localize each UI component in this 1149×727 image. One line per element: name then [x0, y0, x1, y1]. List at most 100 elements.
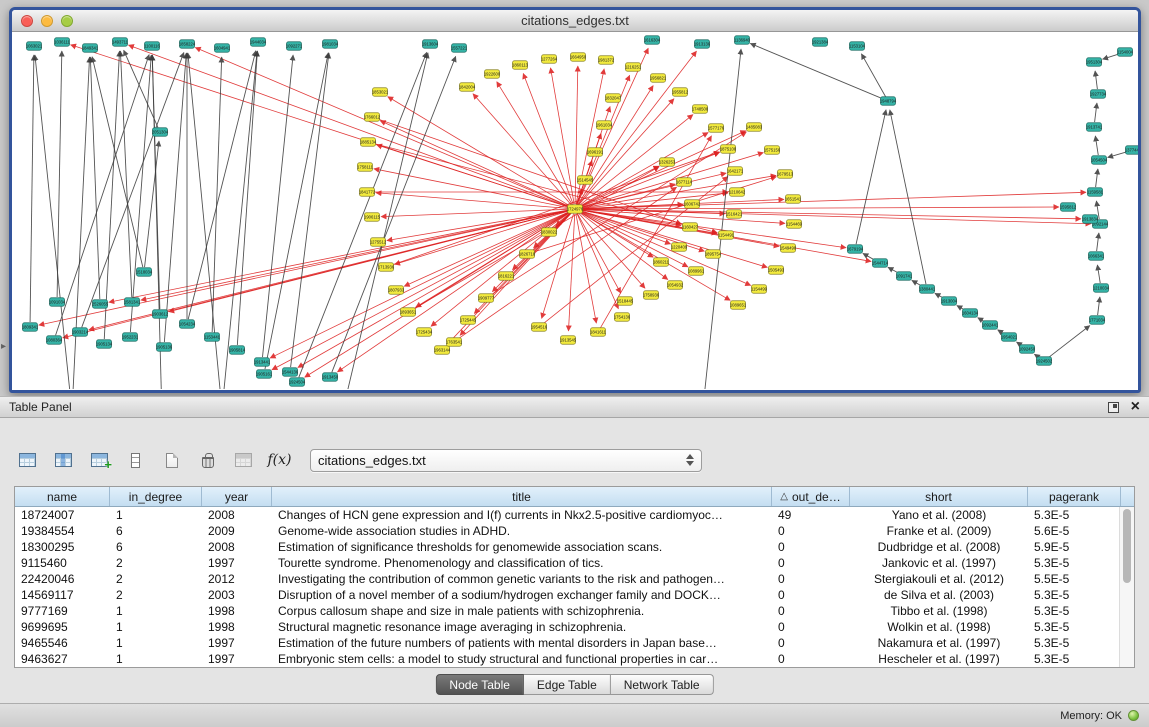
graph-node[interactable]: 1725445 — [460, 316, 477, 325]
graph-node[interactable]: 1220409 — [671, 243, 688, 252]
graph-node[interactable]: 1516421 — [726, 210, 743, 219]
graph-node[interactable]: 1616304 — [644, 36, 661, 45]
graph-node[interactable]: 1326253 — [659, 158, 676, 167]
graph-node[interactable]: 1544136 — [282, 368, 299, 377]
graph-node[interactable]: 1606742 — [684, 200, 701, 209]
collapse-handle-icon[interactable]: ▸ — [1, 341, 6, 352]
graph-edge[interactable] — [578, 86, 654, 205]
graph-node[interactable]: 1518034 — [136, 268, 153, 277]
column-header[interactable]: year — [202, 487, 272, 506]
graph-node[interactable]: 1905814 — [229, 346, 246, 355]
graph-node[interactable]: 1089961 — [688, 267, 705, 276]
graph-edge[interactable] — [337, 212, 570, 372]
graph-node[interactable]: 1956821 — [650, 74, 667, 83]
graph-node[interactable]: 1922600 — [484, 70, 501, 79]
import-table-button[interactable] — [230, 447, 257, 474]
graph-edge[interactable] — [580, 131, 746, 207]
graph-node[interactable]: 1154499 — [751, 285, 768, 294]
column-header[interactable]: short — [850, 487, 1028, 506]
graph-node[interactable]: 1154004 — [1117, 48, 1134, 57]
graph-node[interactable]: 1826718 — [519, 250, 536, 259]
graph-node[interactable]: 1210642 — [729, 188, 746, 197]
graph-node[interactable]: 1159581 — [1087, 188, 1104, 197]
graph-node[interactable]: 1275512 — [370, 238, 387, 247]
graph-node[interactable]: 1544714 — [872, 259, 889, 268]
column-header[interactable]: in_degree — [110, 487, 202, 506]
graph-node[interactable]: 1860113 — [512, 61, 529, 70]
graph-node[interactable]: 1809341 — [22, 323, 39, 332]
table-row[interactable]: 911546021997Tourette syndrome. Phenomeno… — [15, 555, 1134, 571]
graph-node[interactable]: 1089651 — [730, 301, 747, 310]
graph-node[interactable]: 1664950 — [570, 53, 587, 62]
close-panel-icon[interactable]: × — [1131, 401, 1140, 413]
column-header[interactable]: name — [15, 487, 110, 506]
graph-node[interactable]: 1679513 — [777, 170, 794, 179]
graph-node[interactable]: 1642171 — [727, 167, 744, 176]
graph-node[interactable]: 1766012 — [364, 113, 381, 122]
graph-edge[interactable] — [130, 55, 151, 332]
graph-node[interactable]: 1913441 — [254, 358, 271, 367]
graph-node[interactable]: 1849341 — [82, 44, 99, 53]
graph-node[interactable]: 1153441 — [204, 333, 221, 342]
graph-edge[interactable] — [152, 55, 162, 389]
graph-node[interactable]: 1557221 — [451, 44, 468, 53]
add-column-button[interactable] — [86, 447, 113, 474]
table-row[interactable]: 1830029562008Estimation of significance … — [15, 539, 1134, 555]
graph-edge[interactable] — [568, 214, 574, 331]
graph-node[interactable]: 1380441 — [919, 285, 936, 294]
graph-node[interactable]: 1905134 — [96, 340, 113, 349]
graph-node[interactable]: 1725434 — [416, 328, 433, 337]
graph-node[interactable]: 1080364 — [46, 336, 63, 345]
table-row[interactable]: 946362711997Embryonic stem cells: a mode… — [15, 651, 1134, 667]
graph-node[interactable]: 1905136 — [156, 343, 173, 352]
graph-node[interactable]: 1952231 — [122, 333, 139, 342]
graph-node[interactable]: 1954021 — [1001, 333, 1018, 342]
graph-edge[interactable] — [56, 55, 150, 336]
table-row[interactable]: 1872400712008Changes of HCN gene express… — [15, 507, 1134, 523]
graph-edge[interactable] — [551, 68, 575, 204]
graph-node[interactable]: 1577176 — [708, 124, 725, 133]
float-panel-icon[interactable] — [1108, 402, 1119, 413]
table-mode-button[interactable] — [14, 447, 41, 474]
graph-edge[interactable] — [1095, 136, 1098, 155]
graph-node[interactable]: 1875108 — [720, 145, 737, 154]
graph-node[interactable]: 1913741 — [1086, 123, 1103, 132]
show-columns-button[interactable] — [50, 447, 77, 474]
graph-node[interactable]: 1713936 — [378, 263, 395, 272]
graph-node[interactable]: 1981372 — [598, 56, 615, 65]
table-selector[interactable]: citations_edges.txt — [310, 449, 702, 472]
column-header[interactable]: △out_de… — [772, 487, 850, 506]
table-row[interactable]: 946554611997Estimation of the future num… — [15, 635, 1134, 651]
graph-node[interactable]: 1677114 — [676, 178, 693, 187]
graph-node[interactable]: 1853021 — [372, 88, 389, 97]
graph-edge[interactable] — [376, 193, 570, 209]
graph-node[interactable]: 1493711 — [112, 38, 129, 47]
table-row[interactable]: 977716911998Corpus callosum shape and si… — [15, 603, 1134, 619]
graph-node[interactable]: 1549498 — [780, 244, 797, 253]
graph-node[interactable]: 1485083 — [746, 123, 763, 132]
graph-node[interactable]: 1136940 — [734, 36, 751, 45]
graph-node[interactable]: 1518445 — [617, 297, 634, 306]
graph-edge[interactable] — [1098, 297, 1100, 315]
graph-node[interactable]: 1216251 — [625, 63, 642, 72]
graph-edge[interactable] — [72, 57, 89, 389]
graph-edge[interactable] — [104, 51, 119, 339]
graph-node[interactable]: 1961034 — [596, 121, 613, 130]
graph-edge[interactable] — [120, 51, 131, 297]
tab-edge-table[interactable]: Edge Table — [524, 674, 611, 695]
graph-node[interactable]: 1091741 — [896, 272, 913, 281]
graph-edge[interactable] — [212, 57, 222, 332]
function-builder-button[interactable]: f(x) — [266, 447, 293, 474]
graph-edge[interactable] — [265, 53, 328, 369]
graph-node[interactable]: 1153104 — [849, 42, 866, 51]
graph-node[interactable]: 1841772 — [359, 188, 376, 197]
graph-edge[interactable] — [1048, 326, 1090, 358]
scrollbar-thumb[interactable] — [1123, 509, 1131, 583]
graph-node[interactable]: 1514545 — [577, 176, 594, 185]
graph-node[interactable]: 1948794 — [880, 97, 897, 106]
graph-node[interactable]: 1505493 — [768, 266, 785, 275]
graph-node[interactable]: 1154469 — [786, 220, 803, 229]
graph-edge[interactable] — [222, 51, 257, 389]
graph-node[interactable]: 1092271 — [286, 42, 303, 51]
graph-node[interactable]: 1944034 — [250, 38, 267, 47]
